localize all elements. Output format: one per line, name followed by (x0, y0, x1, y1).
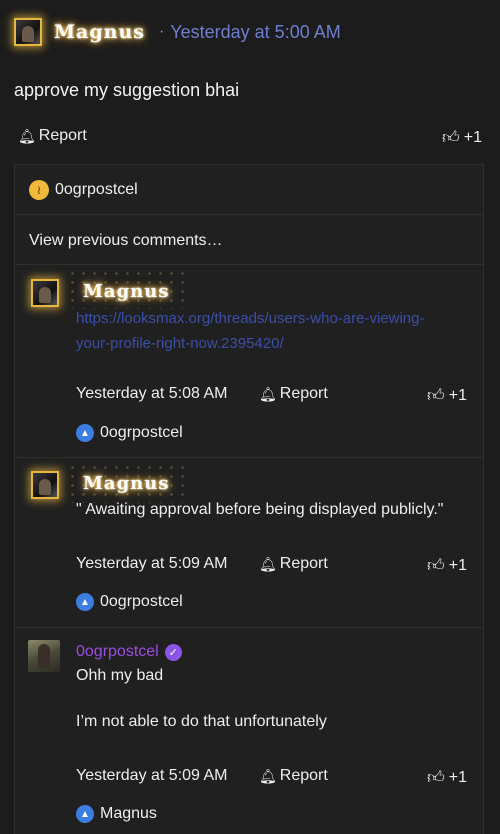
comment-timestamp[interactable]: Yesterday at 5:09 AM (76, 555, 228, 573)
thumbs-up-icon: 👍︎ (427, 556, 445, 575)
like-button[interactable]: 👍︎ +1 (427, 767, 467, 788)
bell-icon: 🔔︎ (259, 555, 277, 572)
like-count: +1 (448, 386, 468, 404)
report-label: Report (279, 767, 328, 784)
reaction-summary[interactable]: ▲ Magnus (76, 805, 157, 823)
thumbs-up-icon: 👍︎ (442, 128, 460, 147)
divider (15, 627, 483, 628)
comment-author-name: 0ogrpostcel (76, 643, 159, 660)
thread-page: Magnus · Yesterday at 5:00 AM approve my… (0, 0, 500, 834)
reactor-name: 0ogrpostcel (100, 593, 183, 610)
comment-link[interactable]: https://looksmax.org/threads/users-who-a… (76, 306, 436, 356)
like-badge-icon: ▲ (76, 424, 94, 442)
thinking-emoji-icon: ≀ (29, 180, 49, 200)
report-label: Report (38, 127, 87, 144)
reactor-name: 0ogrpostcel (55, 181, 138, 198)
comment-avatar[interactable] (31, 279, 59, 307)
report-label: Report (279, 555, 328, 572)
post-timestamp[interactable]: Yesterday at 5:00 AM (170, 22, 340, 43)
author-name[interactable]: Magnus (54, 21, 145, 43)
comment-timestamp[interactable]: Yesterday at 5:09 AM (76, 767, 228, 785)
report-label: Report (279, 385, 328, 402)
comment-text: Ohh my bad (76, 667, 164, 684)
reaction-summary[interactable]: ▲ 0ogrpostcel (76, 593, 183, 611)
like-count: +1 (448, 556, 468, 574)
separator-dot: · (158, 23, 165, 40)
bell-icon: 🔔︎ (18, 127, 36, 144)
like-button[interactable]: 👍︎ +1 (442, 127, 482, 148)
comment-avatar[interactable] (31, 471, 59, 499)
like-badge-icon: ▲ (76, 593, 94, 611)
author-avatar[interactable] (14, 18, 42, 46)
comment-author[interactable]: Magnus (83, 473, 169, 494)
thumbs-up-icon: 👍︎ (427, 768, 445, 787)
divider (15, 214, 483, 215)
bell-icon: 🔔︎ (259, 767, 277, 784)
verified-badge-icon: ✓ (164, 643, 182, 661)
comment-author[interactable]: 0ogrpostcel ✓ (76, 643, 182, 661)
comment-author[interactable]: Magnus (83, 281, 169, 302)
report-button[interactable]: 🔔︎ Report (259, 767, 328, 785)
reaction-summary[interactable]: ▲ 0ogrpostcel (76, 424, 183, 442)
report-button[interactable]: 🔔︎ Report (259, 385, 328, 403)
post-body: approve my suggestion bhai (14, 80, 240, 100)
comment-text: " Awaiting approval before being display… (76, 501, 444, 518)
comment-avatar[interactable] (28, 640, 60, 672)
like-badge-icon: ▲ (76, 805, 94, 823)
report-button[interactable]: 🔔︎ Report (18, 127, 87, 145)
comment-timestamp[interactable]: Yesterday at 5:08 AM (76, 385, 228, 403)
thumbs-up-icon: 👍︎ (427, 386, 445, 405)
bell-icon: 🔔︎ (259, 385, 277, 402)
like-button[interactable]: 👍︎ +1 (427, 385, 467, 406)
divider (15, 457, 483, 458)
post-header: Magnus · Yesterday at 5:00 AM (14, 18, 341, 46)
like-count: +1 (448, 768, 468, 786)
reaction-summary[interactable]: ≀ 0ogrpostcel (29, 180, 138, 200)
comment-text: I’m not able to do that unfortunately (76, 713, 327, 730)
reactor-name: 0ogrpostcel (100, 424, 183, 441)
view-previous-comments-link[interactable]: View previous comments… (29, 232, 223, 250)
comments-section: ≀ 0ogrpostcel View previous comments… Ma… (14, 164, 484, 834)
like-count: +1 (463, 128, 483, 146)
report-button[interactable]: 🔔︎ Report (259, 555, 328, 573)
like-button[interactable]: 👍︎ +1 (427, 555, 467, 576)
divider (15, 264, 483, 265)
reactor-name: Magnus (100, 805, 157, 822)
